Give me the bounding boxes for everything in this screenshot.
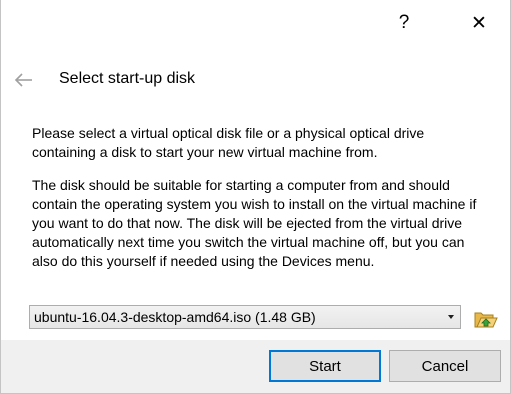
disk-select-value: ubuntu-16.04.3-desktop-amd64.iso (1.48 G… [34,309,316,325]
help-button[interactable]: ? [381,0,427,46]
start-button[interactable]: Start [269,350,381,382]
close-button[interactable]: ✕ [456,0,502,46]
instruction-text: Please select a virtual optical disk fil… [32,125,425,160]
chevron-down-icon [448,315,454,319]
cancel-button[interactable]: Cancel [389,350,501,382]
folder-open-icon [474,312,498,328]
disk-select-dropdown[interactable]: ubuntu-16.04.3-desktop-amd64.iso (1.48 G… [29,305,461,329]
button-bar: Start Cancel [1,340,510,393]
help-icon: ? [398,12,410,33]
title-bar: ? ✕ [1,0,510,46]
description-text: The disk should be suitable for starting… [32,177,477,269]
back-arrow-icon[interactable] [14,72,34,88]
close-icon: ✕ [471,12,487,34]
choose-disk-file-button[interactable] [473,306,499,330]
select-startup-disk-dialog: ? ✕ Select start-up disk Please select a… [0,0,511,394]
page-title: Select start-up disk [59,70,196,87]
